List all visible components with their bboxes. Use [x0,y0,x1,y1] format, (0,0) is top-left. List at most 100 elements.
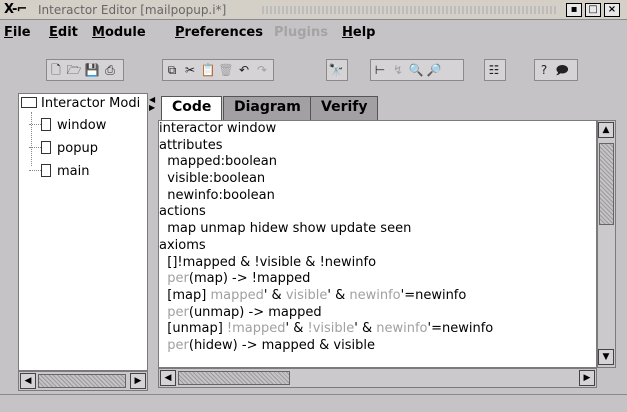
scroll-right-icon[interactable]: ▶ [130,373,146,389]
code-token: !visible [307,321,355,337]
code-token: newinfo [376,321,428,337]
tree-item-popup[interactable]: popup [29,141,98,156]
save-icon[interactable]: 💾 [83,60,101,80]
connect-icon[interactable]: ⊢ [371,60,389,80]
list-tool-group: ☷ [484,59,506,81]
collapse-left-icon[interactable]: ◀ ▶ [149,96,155,112]
status-bar [0,394,627,412]
file-tool-group: 🗋 🗁 💾 ⎙ [46,59,124,81]
open-folder-icon[interactable]: 🗁 [65,60,83,80]
arrow-icon: ↯ [392,63,404,77]
find-tool-group: 🔭 [326,59,348,81]
tree-item-label: window [57,118,107,133]
file-icon [41,141,51,154]
scroll-up-icon[interactable]: ▲ [598,122,614,138]
menu-help[interactable]: Help [342,25,375,40]
paste-icon[interactable]: 📋 [199,60,217,80]
code-editor[interactable]: interactor window attributes mapped:boole… [158,120,597,368]
code-token: ' & [327,287,350,303]
close-icon[interactable]: × [604,3,620,17]
scroll-thumb[interactable] [178,371,290,385]
code-token: [unmap] [159,321,227,337]
code-line: actions [159,204,596,221]
menu-module[interactable]: Module [92,25,146,40]
scroll-down-icon[interactable]: ▼ [598,349,614,365]
code-token: (map) -> !mapped [188,271,311,287]
redo-icon: ↷ [256,63,268,77]
file-icon [41,164,51,177]
code-token: per [167,304,189,320]
code-token: newinfo:boolean [159,187,275,203]
code-token: '=newinfo [427,321,494,337]
tree-horizontal-scrollbar[interactable]: ◀ ▶ [18,371,148,391]
tree-root[interactable]: Interactor Modi [21,96,140,111]
menu-preferences[interactable]: Preferences [175,25,263,40]
editor-horizontal-scrollbar[interactable]: ◀ ▶ [158,368,597,388]
code-token: []!mapped & !visible & !newinfo [159,254,377,270]
binoculars-icon[interactable]: 🔭 [327,60,345,80]
help-tool-group: ? 🗩 [534,59,578,81]
title-bar[interactable]: X-⌐ Interactor Editor [mailpopup.i*] ▪ □… [0,0,627,20]
module-tree: Interactor Modi window popup main [18,93,148,371]
menu-plugins: Plugins [274,25,328,40]
code-line: visible:boolean [159,171,596,188]
tab-verify[interactable]: Verify [310,96,379,120]
code-token: newinfo [349,287,401,303]
tab-code[interactable]: Code [161,96,223,120]
cut-icon[interactable]: ✂ [181,60,199,80]
menu-edit[interactable]: Edit [49,25,78,40]
code-token: interactor window [159,121,277,136]
code-token: '=newinfo [400,287,467,303]
code-token: visible:boolean [159,171,266,187]
code-line: attributes [159,138,596,155]
code-token: ' & [285,321,308,337]
code-token: mapped:boolean [159,154,278,170]
code-line: per(unmap) -> mapped [159,305,596,322]
code-token: ' & [354,321,377,337]
undo-icon[interactable]: ↶ [235,60,253,80]
tree-item-window[interactable]: window [29,118,106,133]
code-token: [map] [159,287,211,303]
code-line: interactor window [159,121,596,138]
editor-vertical-scrollbar[interactable]: ▲ ▼ [597,120,616,368]
code-token: axioms [159,237,206,253]
copy-icon[interactable]: ⧉ [163,60,181,80]
code-line: [map] mapped' & visible' & newinfo'=newi… [159,288,596,305]
code-line: map unmap hidew show update seen [159,221,596,238]
comment-icon[interactable]: 🗩 [553,60,571,80]
delete-icon: 🗑 [218,63,234,77]
scroll-left-icon[interactable]: ◀ [20,373,36,389]
code-token: !mapped [226,321,286,337]
window-title: Interactor Editor [mailpopup.i*] [38,3,227,17]
new-file-icon[interactable]: 🗋 [47,60,65,80]
scroll-thumb[interactable] [599,143,614,225]
code-line: per(hidew) -> mapped & visible [159,338,596,355]
zoom-out-icon: 🔎 [426,63,442,77]
scroll-left-icon[interactable]: ◀ [160,370,176,386]
menu-file[interactable]: File [4,25,31,40]
scroll-thumb[interactable] [38,374,126,388]
tab-diagram[interactable]: Diagram [223,96,312,120]
tree-item-label: main [57,164,90,179]
minimize-icon[interactable]: ▪ [566,3,582,17]
code-line: per(map) -> !mapped [159,271,596,288]
code-line: axioms [159,238,596,255]
tree-root-label: Interactor Modi [41,96,141,111]
file-icon [41,118,51,131]
diagram-tool-group: ⊢ ↯ 🔍 🔎 [370,59,464,81]
scroll-right-icon[interactable]: ▶ [579,370,595,386]
code-token: per [167,271,189,287]
maximize-icon[interactable]: □ [585,3,601,17]
help-icon[interactable]: ? [535,60,553,80]
zoom-in-icon: 🔍 [408,63,424,77]
tree-item-main[interactable]: main [29,164,89,179]
code-token: (hidew) -> mapped & visible [188,337,375,353]
code-token: mapped [210,287,264,303]
code-token: attributes [159,137,223,153]
list-icon[interactable]: ☷ [485,60,503,80]
edit-tool-group: ⧉ ✂ 📋 🗑 ↶ ↷ [162,59,274,81]
print-icon[interactable]: ⎙ [101,60,119,80]
split-pane-divider[interactable]: ◀ ▶ [149,93,157,393]
folder-icon [21,97,37,108]
code-token: actions [159,204,206,220]
